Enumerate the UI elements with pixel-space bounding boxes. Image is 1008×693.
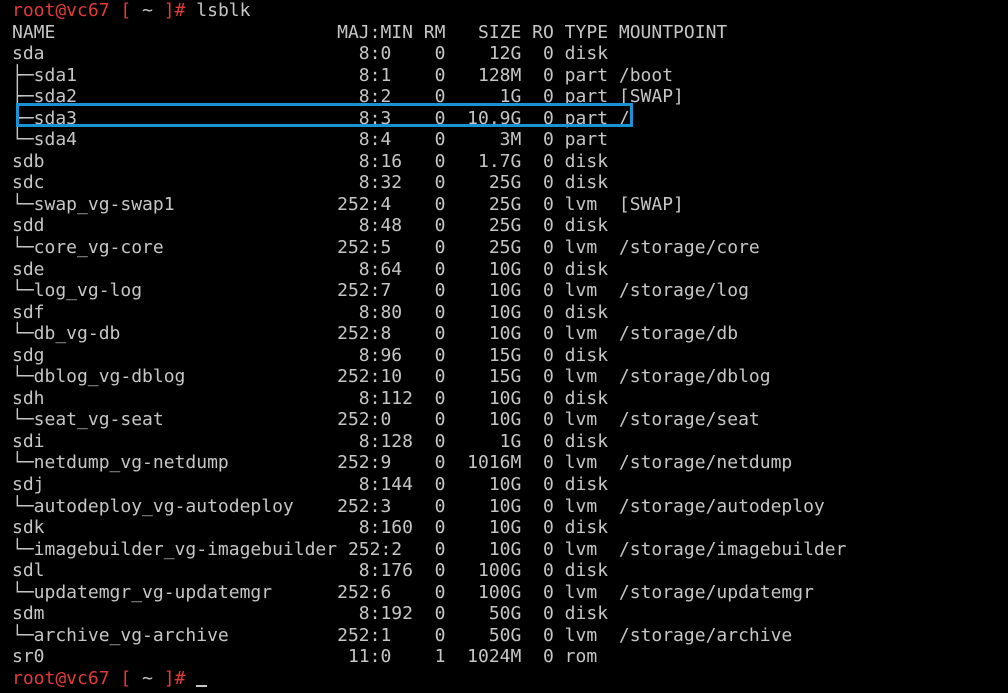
device-row: └─log_vg-log 252:7 0 10G 0 lvm /storage/… xyxy=(12,280,749,302)
terminal-window[interactable]: root@vc67 [ ~ ]# lsblk NAME MAJ:MIN RM S… xyxy=(0,0,1008,693)
device-row: sdk 8:160 0 10G 0 disk xyxy=(12,517,619,539)
device-row: └─dblog_vg-dblog 252:10 0 15G 0 lvm /sto… xyxy=(12,366,771,388)
prompt-cwd: ~ xyxy=(142,0,153,21)
device-list: sda 8:0 0 12G 0 disk ├─sda1 8:1 0 128M 0… xyxy=(12,43,1008,668)
prompt-cwd: ~ xyxy=(142,667,153,689)
device-row: sdm 8:192 0 50G 0 disk xyxy=(12,603,619,625)
device-row: └─netdump_vg-netdump 252:9 0 1016M 0 lvm… xyxy=(12,452,793,474)
prompt-line-2[interactable]: root@vc67 [ ~ ]# xyxy=(12,668,1008,690)
device-row: ├─sda1 8:1 0 128M 0 part /boot xyxy=(12,64,674,86)
device-row: sdb 8:16 0 1.7G 0 disk xyxy=(12,150,619,172)
device-row: sde 8:64 0 10G 0 disk xyxy=(12,258,619,280)
device-row: sdl 8:176 0 100G 0 disk xyxy=(12,560,619,582)
device-row: sdi 8:128 0 1G 0 disk xyxy=(12,430,619,452)
prompt-close: ]# xyxy=(152,0,197,21)
device-row: └─archive_vg-archive 252:1 0 50G 0 lvm /… xyxy=(12,624,793,646)
prompt-line-1: root@vc67 [ ~ ]# lsblk xyxy=(12,0,1008,22)
device-row: sda 8:0 0 12G 0 disk xyxy=(12,43,619,65)
device-row: └─db_vg-db 252:8 0 10G 0 lvm /storage/db xyxy=(12,323,739,345)
device-row: └─swap_vg-swap1 252:4 0 25G 0 lvm [SWAP] xyxy=(12,193,684,215)
prompt-user-host: root@vc67 xyxy=(12,667,110,689)
device-row: └─imagebuilder_vg-imagebuilder 252:2 0 1… xyxy=(12,538,847,560)
prompt-open: [ xyxy=(109,667,143,689)
device-row: sdj 8:144 0 10G 0 disk xyxy=(12,474,619,496)
prompt-user-host: root@vc67 xyxy=(12,0,110,21)
device-row: └─core_vg-core 252:5 0 25G 0 lvm /storag… xyxy=(12,237,760,259)
device-row: sdh 8:112 0 10G 0 disk xyxy=(12,387,619,409)
command-text: lsblk xyxy=(196,0,251,21)
device-row: sdd 8:48 0 25G 0 disk xyxy=(12,215,619,237)
device-row: └─updatemgr_vg-updatemgr 252:6 0 100G 0 … xyxy=(12,581,814,603)
device-row: └─sda4 8:4 0 3M 0 part xyxy=(12,129,619,151)
table-header: NAME MAJ:MIN RM SIZE RO TYPE MOUNTPOINT xyxy=(12,21,728,43)
device-row: └─seat_vg-seat 252:0 0 10G 0 lvm /storag… xyxy=(12,409,760,431)
device-row: ├─sda3 8:3 0 10.9G 0 part / xyxy=(12,107,630,129)
device-row: ├─sda2 8:2 0 1G 0 part [SWAP] xyxy=(12,86,684,108)
device-row: sdf 8:80 0 10G 0 disk xyxy=(12,301,619,323)
prompt-open: [ xyxy=(109,0,143,21)
prompt-close: ]# xyxy=(152,667,197,689)
cursor xyxy=(196,684,208,687)
device-row: └─autodeploy_vg-autodeploy 252:3 0 10G 0… xyxy=(12,495,825,517)
device-row: sr0 11:0 1 1024M 0 rom xyxy=(12,646,619,668)
device-row: sdc 8:32 0 25G 0 disk xyxy=(12,172,619,194)
device-row: sdg 8:96 0 15G 0 disk xyxy=(12,344,619,366)
